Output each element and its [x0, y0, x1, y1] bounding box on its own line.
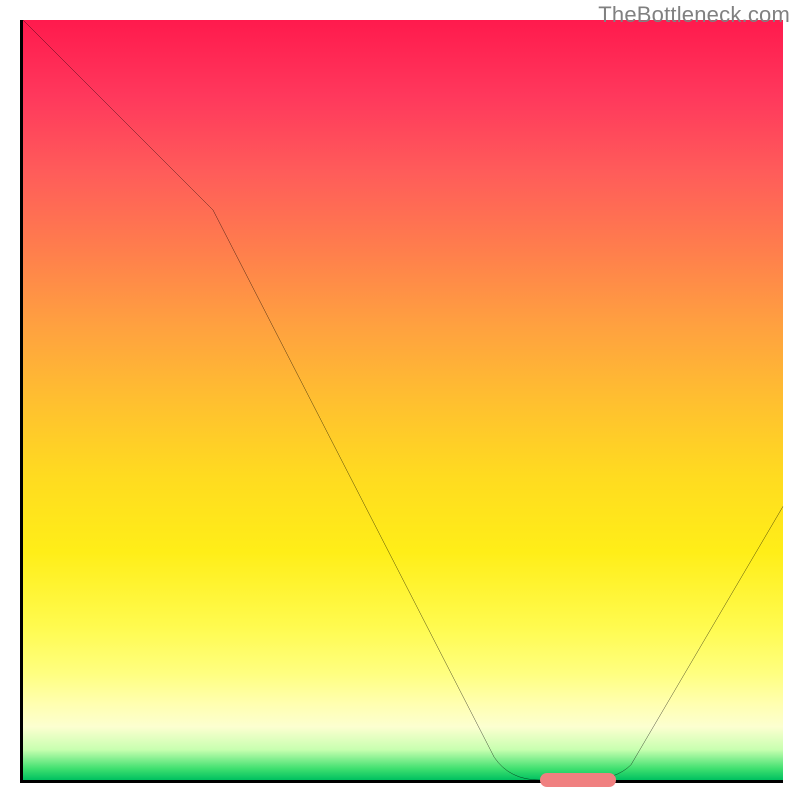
bottleneck-chart: TheBottleneck.com	[0, 0, 800, 800]
curve-layer	[23, 20, 783, 780]
optimal-range-marker	[540, 773, 616, 787]
plot-area	[20, 20, 783, 783]
bottleneck-curve-path	[23, 20, 783, 780]
watermark-text: TheBottleneck.com	[598, 2, 790, 28]
